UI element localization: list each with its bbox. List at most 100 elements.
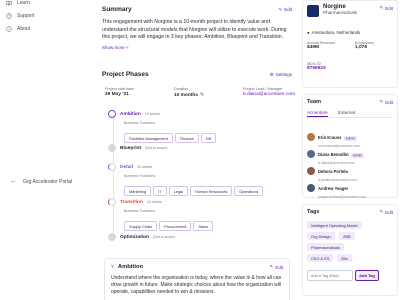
meta-value: 10 months [174,92,198,98]
show-more-label: Show more [102,44,125,50]
tag-chip[interactable]: Pharmaceuticals [307,243,344,251]
phases-title: Project Phases [102,71,149,78]
location-text: Amsterdam, Netherlands [311,30,361,35]
nav-item-about[interactable]: About [6,26,30,32]
phase-ambition[interactable]: Ambition 10 weeks [108,110,160,118]
company-logo [307,5,319,17]
member-name: Andrew Yeager [318,186,349,191]
pencil-icon[interactable]: ✎ [200,92,204,98]
ambition-card: ˅ Ambition ✎ Edit Understand where the o… [104,258,290,300]
function-chip: Human Resources [190,186,233,196]
pencil-icon: ✎ [379,5,384,10]
edit-label: Edit [275,264,283,270]
gear-icon: ⚙ [269,71,274,77]
company-location: ● Amsterdam, Netherlands [307,30,360,35]
functions-label: Business Functions [124,121,156,125]
back-link-label: Grg Accelerator Portal [23,178,73,185]
function-chip: Supply Chain [124,221,158,231]
mdg-id: MDG ID 8756923 [307,62,326,71]
phase-status-icon [108,233,116,241]
add-tag-input[interactable] [307,270,353,281]
meta-label: Project start date [105,87,134,91]
member-email: yeager.andrew@accenture.com [318,195,366,199]
phase-optimization[interactable]: Optimization (Not in scope) [108,233,175,241]
tag-chip[interactable]: Intelligent Operating Model [307,221,362,229]
right-column: Norgine Pharmaceuticals ✎ Edit ● Amsterd… [300,0,400,300]
tab-accenture[interactable]: Accenture [307,110,328,117]
phase-status-icon [108,163,116,171]
phase-status-icon [108,144,116,152]
help-circle-icon [6,13,12,19]
chevron-down-icon: ˅ [126,44,129,50]
avatar [307,184,315,192]
transition-functions: Business Functions Supply Chain Procureme… [124,209,215,233]
pencil-icon: ✎ [379,209,384,214]
project-phases-card: Project Phases ⚙ Settings Project start … [102,71,295,246]
functions-label: Business Functions [124,209,156,213]
meta-label: Project Lead / Manager [243,87,283,91]
tags-edit-button[interactable]: ✎ Edit [379,209,393,215]
tab-external[interactable]: External [338,110,355,115]
function-chip: IT [153,186,167,196]
settings-label: Settings [275,72,292,77]
lead-email-link[interactable]: b.diana@accenture.com [243,92,295,97]
function-chip: Facilities Management [124,133,173,143]
team-member[interactable]: Andrew Yeager yeager.andrew@accenture.co… [307,177,366,199]
company-card: Norgine Pharmaceuticals ✎ Edit ● Amsterd… [302,0,398,88]
meta-value: 29 May '21 [105,92,129,97]
phase-weeks: 16 weeks [146,200,163,204]
nav-item-support[interactable]: Support [6,13,35,19]
member-name: Debora Portela [318,169,348,174]
tag-chip[interactable]: Org Design [307,232,335,240]
meta-start: Project start date 29 May '21 [105,87,134,97]
phase-blueprint[interactable]: Blueprint (Not in scope) [108,144,167,152]
show-more-link[interactable]: Show more ˅ [102,44,292,52]
pencil-icon: ✎ [379,99,384,104]
phase-detail[interactable]: Detail 20 weeks [108,163,152,171]
summary-edit-button[interactable]: ✎ Edit [278,7,292,13]
ambition-functions: Business Functions Facilities Management… [124,121,218,145]
summary-card: Summary ✎ Edit This engagement with Norg… [102,6,292,51]
tag-chip[interactable]: ZBx [337,254,352,262]
phase-name: Optimization [120,234,150,240]
phase-transition[interactable]: Transition 16 weeks [108,198,162,206]
avatar [307,167,315,175]
phase-weeks: 20 weeks [137,165,153,169]
tag-chip[interactable]: ZBB [339,232,355,240]
arrow-left-icon: ← [10,178,17,185]
team-edit-button[interactable]: ✎ Edit [379,99,393,105]
team-tabs: Accenture External [307,110,393,118]
edit-label: Edit [385,5,393,11]
nav-label: About [17,26,31,32]
company-edit-button[interactable]: ✎ Edit [379,5,393,11]
timeline-line [113,114,114,238]
function-chip: Operations [234,186,264,196]
function-chip: HR [200,133,217,143]
phase-status-icon [108,110,116,118]
phase-meta: Project start date 29 May '21 Duration 1… [105,87,295,103]
tags-card: Tags ✎ Edit Intelligent Operating Model … [302,204,398,296]
add-tag-button[interactable]: Add Tag [355,270,379,281]
team-card: Team ✎ Edit Accenture External Erin Krau… [302,94,398,199]
function-chip: Sales [193,221,214,231]
admin-badge: Admin [343,135,357,141]
ambition-text: Understand where the organization is tod… [111,275,282,295]
member-name: Diana Benodhn [318,152,349,157]
company-industry: Pharmaceuticals [323,10,357,15]
ambition-edit-button[interactable]: ✎ Edit [269,264,283,270]
function-chip: Finance [174,133,199,143]
function-chip: Procurement [159,221,192,231]
avatar [307,133,315,141]
phases-settings-button[interactable]: ⚙ Settings [270,72,292,78]
nav-item-learn[interactable]: Learn [6,0,30,6]
phase-name: Detail [120,164,134,170]
phase-weeks: (Not in scope) [145,146,168,150]
edit-label: Edit [385,99,393,105]
tag-chip[interactable]: CEO & ES [307,254,334,262]
mdg-value[interactable]: 8756923 [307,66,326,71]
chevron-down-icon[interactable]: ˅ [111,264,114,270]
back-to-portal-link[interactable]: ← Grg Accelerator Portal [10,178,72,185]
phase-weeks: 10 weeks [144,112,160,116]
phase-name: Blueprint [120,145,142,151]
functions-label: Business Functions [124,174,156,178]
